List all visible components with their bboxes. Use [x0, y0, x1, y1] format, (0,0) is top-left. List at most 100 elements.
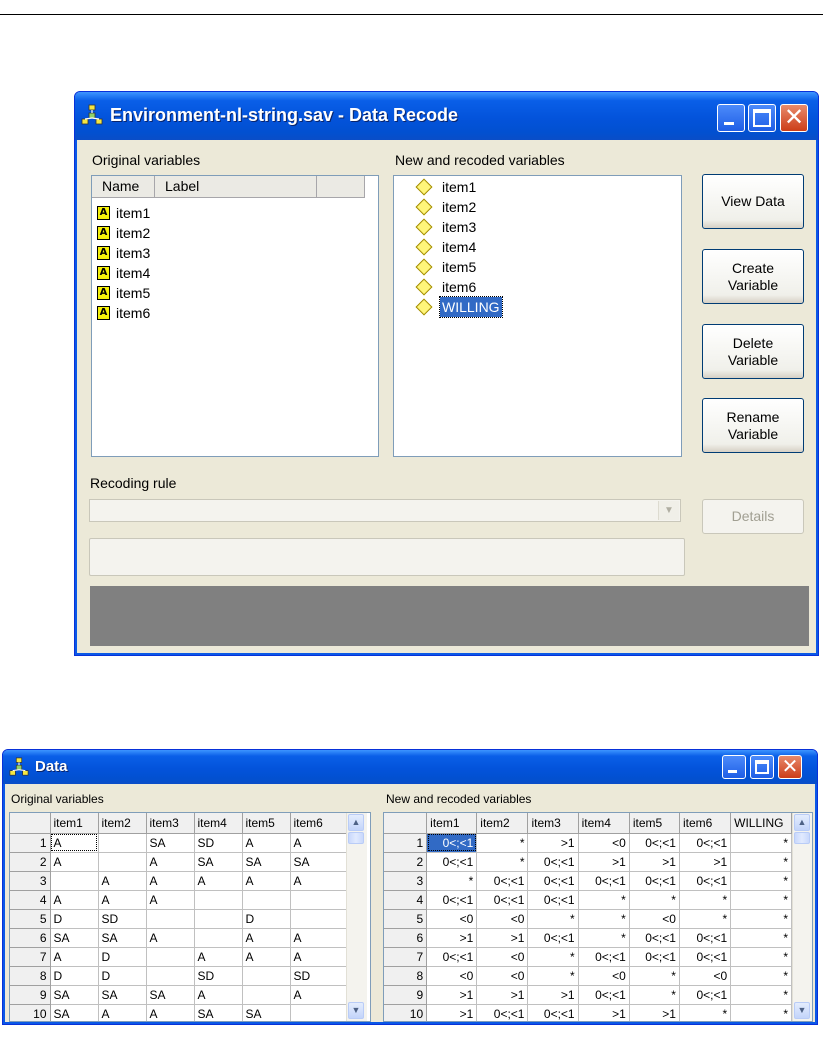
grid-cell[interactable]: *	[730, 909, 792, 929]
grid-cell[interactable]: *	[730, 966, 792, 986]
tree-item[interactable]: item4	[415, 237, 502, 257]
grid-corner-cell[interactable]	[384, 813, 428, 834]
grid-cell[interactable]: <0	[679, 966, 732, 986]
row-number[interactable]: 2	[10, 852, 51, 872]
row-number[interactable]: 3	[384, 871, 428, 891]
grid-cell[interactable]	[146, 909, 195, 929]
grid-cell[interactable]	[146, 947, 195, 967]
row-number[interactable]: 5	[10, 909, 51, 929]
row-number[interactable]: 4	[10, 890, 51, 910]
recoding-rule-dropdown[interactable]: ▼	[89, 499, 681, 522]
grid-cell[interactable]: A	[146, 852, 195, 872]
recode-title-bar[interactable]: Environment-nl-string.sav - Data Recode …	[75, 92, 818, 140]
column-header-label[interactable]: Label	[155, 176, 317, 198]
close-button[interactable]: ✕	[778, 755, 802, 779]
grid-cell[interactable]: A	[194, 871, 243, 891]
row-number[interactable]: 8	[10, 966, 51, 986]
tree-item[interactable]: item1	[415, 177, 502, 197]
row-number[interactable]: 8	[384, 966, 428, 986]
grid-cell[interactable]: *	[527, 947, 579, 967]
grid-column-header[interactable]: item2	[476, 813, 529, 834]
grid-cell[interactable]: 0<;<1	[679, 985, 732, 1005]
grid-column-header[interactable]: item6	[290, 813, 347, 834]
grid-cell[interactable]: >1	[476, 928, 529, 948]
grid-cell[interactable]: *	[426, 871, 478, 891]
grid-cell[interactable]: 0<;<1	[527, 928, 579, 948]
grid-cell[interactable]: 0<;<1	[629, 871, 680, 891]
row-number[interactable]: 9	[10, 985, 51, 1005]
row-number[interactable]: 10	[384, 1004, 428, 1021]
grid-cell[interactable]: *	[629, 966, 680, 986]
grid-cell[interactable]: SD	[290, 966, 347, 986]
scroll-down-icon[interactable]: ▼	[348, 1002, 364, 1019]
new-grid-scrollbar[interactable]: ▲ ▼	[792, 813, 812, 1021]
grid-cell[interactable]: A	[50, 947, 99, 967]
new-variables-tree[interactable]: item1 item2 item3 item4 item5 item6 WILL…	[393, 175, 682, 457]
grid-cell[interactable]: *	[476, 833, 529, 853]
grid-cell[interactable]: 0<;<1	[426, 833, 478, 853]
grid-cell[interactable]: SA	[50, 985, 99, 1005]
minimize-button[interactable]	[722, 755, 746, 779]
new-data-grid[interactable]: item1 item2 item3 item4 item5 item6 WILLING 1 0<…	[383, 812, 813, 1022]
original-data-grid[interactable]: item1 item2 item3 item4 item5 item6 1 A SA SD A A 2 A…	[9, 812, 371, 1022]
row-number[interactable]: 7	[384, 947, 428, 967]
grid-cell[interactable]: A	[50, 833, 99, 853]
grid-cell[interactable]: <0	[578, 966, 630, 986]
grid-cell[interactable]: <0	[426, 909, 478, 929]
grid-cell[interactable]	[194, 890, 243, 910]
grid-cell[interactable]: *	[679, 909, 732, 929]
row-number[interactable]: 9	[384, 985, 428, 1005]
grid-cell[interactable]: *	[730, 852, 792, 872]
scrollbar-thumb[interactable]	[794, 832, 810, 844]
grid-cell[interactable]: >1	[629, 852, 680, 872]
grid-cell[interactable]	[242, 985, 291, 1005]
grid-cell[interactable]: A	[50, 890, 99, 910]
grid-cell[interactable]: <0	[476, 966, 529, 986]
grid-cell[interactable]	[290, 909, 347, 929]
grid-cell[interactable]: SD	[98, 909, 147, 929]
grid-cell[interactable]: 0<;<1	[679, 833, 732, 853]
grid-cell[interactable]: *	[679, 1004, 732, 1021]
grid-cell[interactable]: SA	[50, 1004, 99, 1021]
grid-cell[interactable]: 0<;<1	[679, 947, 732, 967]
grid-cell[interactable]: *	[730, 1004, 792, 1021]
grid-cell[interactable]: 0<;<1	[527, 890, 579, 910]
original-grid-scrollbar[interactable]: ▲ ▼	[346, 813, 367, 1021]
grid-column-header[interactable]: item6	[679, 813, 732, 834]
grid-column-header[interactable]: item4	[194, 813, 243, 834]
grid-cell[interactable]: 0<;<1	[679, 871, 732, 891]
grid-cell[interactable]: <0	[476, 947, 529, 967]
grid-cell[interactable]: >1	[426, 928, 478, 948]
chevron-down-icon[interactable]: ▼	[658, 501, 679, 520]
grid-cell[interactable]: A	[290, 947, 347, 967]
row-number[interactable]: 6	[384, 928, 428, 948]
grid-cell[interactable]: >1	[527, 833, 579, 853]
scroll-up-icon[interactable]: ▲	[794, 814, 810, 831]
grid-cell[interactable]: SA	[98, 985, 147, 1005]
maximize-button[interactable]	[748, 104, 776, 132]
grid-cell[interactable]: D	[98, 947, 147, 967]
grid-cell[interactable]: A	[146, 890, 195, 910]
grid-cell[interactable]: >1	[426, 1004, 478, 1021]
grid-cell[interactable]: A	[290, 928, 347, 948]
tree-item[interactable]: item3	[415, 217, 502, 237]
row-number[interactable]: 2	[384, 852, 428, 872]
grid-cell[interactable]: 0<;<1	[679, 928, 732, 948]
grid-cell[interactable]: A	[242, 871, 291, 891]
delete-variable-button[interactable]: Delete Variable	[702, 324, 804, 379]
grid-cell[interactable]: 0<;<1	[578, 985, 630, 1005]
grid-cell[interactable]: 0<;<1	[426, 852, 478, 872]
grid-cell[interactable]: *	[730, 928, 792, 948]
grid-cell[interactable]: *	[476, 852, 529, 872]
grid-cell[interactable]: SA	[194, 1004, 243, 1021]
grid-cell[interactable]: SA	[146, 985, 195, 1005]
grid-column-header[interactable]: item3	[527, 813, 579, 834]
grid-cell[interactable]: SA	[146, 833, 195, 853]
grid-column-header[interactable]: item5	[242, 813, 291, 834]
grid-column-header[interactable]: item1	[50, 813, 99, 834]
grid-column-header[interactable]: item2	[98, 813, 147, 834]
grid-cell[interactable]: 0<;<1	[527, 1004, 579, 1021]
grid-cell[interactable]: *	[730, 833, 792, 853]
grid-cell[interactable]	[98, 833, 147, 853]
row-number[interactable]: 3	[10, 871, 51, 891]
